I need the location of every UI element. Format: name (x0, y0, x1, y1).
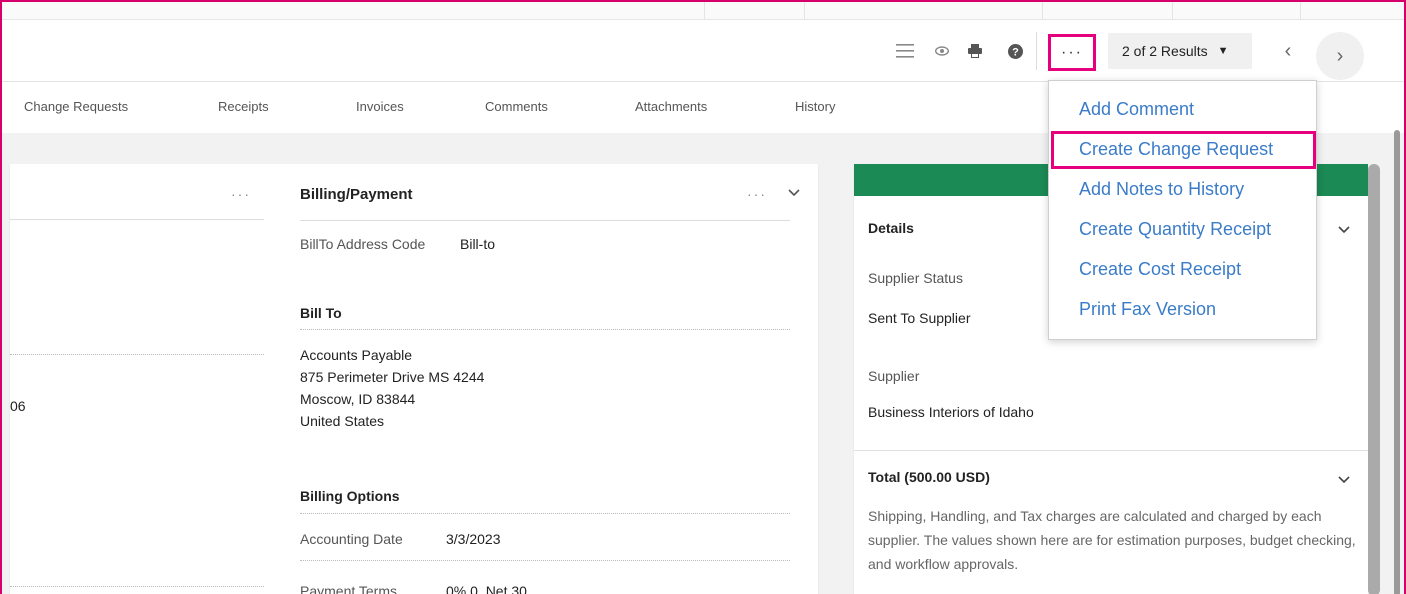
chevron-down-icon[interactable] (1338, 222, 1350, 237)
chevron-down-icon[interactable] (1338, 472, 1350, 487)
billing-section-title: Billing/Payment (300, 186, 413, 203)
app-window: ? ··· 2 of 2 Results ▼ ‹ › Change Reques… (0, 0, 1406, 594)
toolbar: ? ··· 2 of 2 Results ▼ ‹ › (2, 20, 1404, 82)
divider (10, 354, 264, 355)
eye-icon[interactable] (934, 42, 950, 60)
top-strip-divider (1300, 2, 1301, 20)
billto-code-value: Bill-to (460, 236, 496, 252)
results-label: 2 of 2 Results (1122, 43, 1208, 59)
top-strip (2, 2, 1404, 20)
tab-receipts[interactable]: Receipts (218, 99, 269, 114)
divider (10, 219, 264, 220)
total-note: Shipping, Handling, and Tax charges are … (868, 508, 1356, 572)
list-icon[interactable] (895, 42, 915, 60)
supplier-value: Business Interiors of Idaho (868, 404, 1034, 420)
details-title: Details (868, 220, 914, 236)
menu-item-add-notes-to-history[interactable]: Add Notes to History (1079, 179, 1244, 200)
address-line: Accounts Payable (300, 347, 413, 363)
top-strip-divider (804, 2, 805, 20)
supplier-status-value: Sent To Supplier (868, 310, 971, 326)
main-card: ··· 06 Billing/Payment ··· BillTo Addres… (10, 164, 818, 594)
left-section-menu-button[interactable]: ··· (231, 186, 251, 202)
tab-history[interactable]: History (795, 99, 835, 114)
top-strip-divider (704, 2, 705, 20)
menu-item-create-cost-receipt[interactable]: Create Cost Receipt (1079, 259, 1241, 280)
tab-attachments[interactable]: Attachments (635, 99, 707, 114)
caret-down-icon: ▼ (1217, 45, 1229, 57)
divider (10, 586, 264, 587)
address-line: United States (300, 413, 385, 429)
help-icon[interactable]: ? (1006, 42, 1024, 60)
menu-item-create-quantity-receipt[interactable]: Create Quantity Receipt (1079, 219, 1271, 240)
next-result-button[interactable]: › (1316, 32, 1364, 80)
toolbar-divider (1036, 32, 1037, 70)
accounting-date-value: 3/3/2023 (446, 531, 501, 547)
tab-comments[interactable]: Comments (485, 99, 548, 114)
divider (854, 450, 1368, 451)
page-scrollbar[interactable] (1394, 130, 1400, 594)
divider (300, 513, 790, 514)
billing-options-title: Billing Options (300, 488, 400, 504)
svg-text:?: ? (1012, 46, 1019, 58)
menu-item-add-comment[interactable]: Add Comment (1079, 99, 1194, 120)
accounting-date-label: Accounting Date (300, 531, 403, 547)
more-actions-menu: Add Comment Create Change Request Add No… (1048, 80, 1317, 340)
billing-menu-button[interactable]: ··· (747, 186, 767, 202)
address-line: 875 Perimeter Drive MS 4244 (300, 369, 485, 385)
top-strip-divider (1172, 2, 1173, 20)
previous-result-button[interactable]: ‹ (1276, 37, 1300, 65)
tab-change-requests[interactable]: Change Requests (24, 99, 128, 114)
menu-item-create-change-request[interactable]: Create Change Request (1079, 139, 1273, 160)
payment-terms-label: Payment Terms (300, 583, 397, 594)
billto-code-label: BillTo Address Code (300, 236, 426, 252)
panel-scrollbar[interactable] (1368, 164, 1380, 594)
more-actions-button[interactable]: ··· (1048, 34, 1096, 71)
divider (300, 329, 790, 330)
payment-terms-value: 0% 0, Net 30 (446, 583, 527, 594)
total-title: Total (500.00 USD) (868, 469, 990, 485)
bill-to-title: Bill To (300, 305, 342, 321)
top-strip-divider (1042, 2, 1043, 20)
address-line: Moscow, ID 83844 (300, 391, 416, 407)
divider (300, 560, 790, 561)
supplier-label: Supplier (868, 368, 920, 384)
supplier-status-label: Supplier Status (868, 270, 963, 286)
menu-item-print-fax-version[interactable]: Print Fax Version (1079, 299, 1216, 320)
divider (300, 220, 790, 221)
tab-invoices[interactable]: Invoices (356, 99, 404, 114)
print-icon[interactable] (966, 42, 984, 60)
truncated-value: 06 (10, 398, 26, 414)
results-dropdown[interactable]: 2 of 2 Results ▼ (1108, 33, 1252, 69)
page-gutter (1380, 133, 1404, 594)
chevron-down-icon[interactable] (788, 184, 800, 200)
